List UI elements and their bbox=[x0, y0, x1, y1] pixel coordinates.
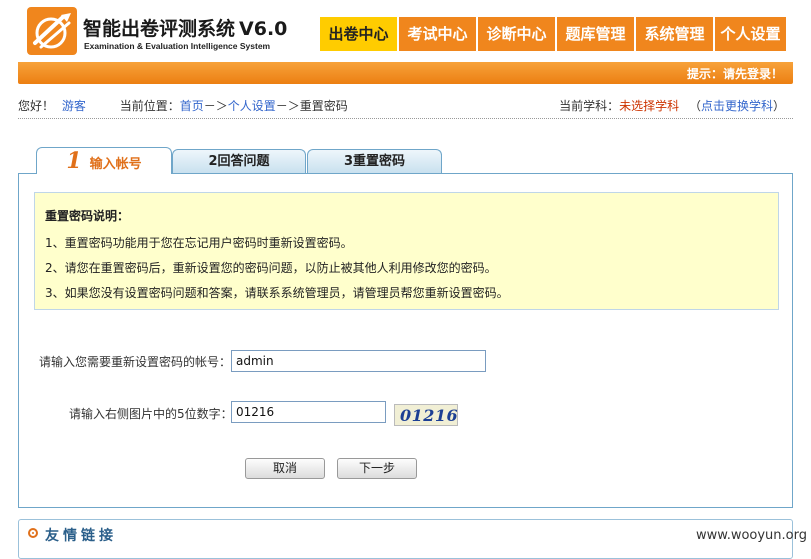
paren-open: （ bbox=[688, 99, 701, 113]
main-nav: 出卷中心 考试中心 诊断中心 题库管理 系统管理 个人设置 bbox=[320, 17, 786, 51]
greeting: 您好！ bbox=[18, 99, 55, 113]
instruction-line: 3、如果您没有设置密码问题和答案，请联系系统管理员，请管理员帮您重新设置密码。 bbox=[45, 286, 509, 300]
captcha-label: 请输入右侧图片中的5位数字： bbox=[69, 407, 233, 421]
breadcrumb-arrow: －＞ bbox=[275, 99, 300, 113]
captcha-input[interactable] bbox=[231, 401, 386, 423]
step-number: 2 bbox=[208, 154, 218, 169]
subject-label: 当前学科： bbox=[559, 99, 620, 113]
subject-info: 当前学科：未选择学科 （点击更换学科） bbox=[559, 97, 785, 114]
nav-item-diagnosis-center[interactable]: 诊断中心 bbox=[478, 17, 555, 51]
tab-label: 输入帐号 bbox=[89, 157, 142, 172]
friend-links-box: 友情链接 bbox=[18, 519, 793, 559]
guest-user-link[interactable]: 游客 bbox=[62, 99, 86, 113]
paren-close: ） bbox=[772, 99, 785, 113]
nav-item-exam-center[interactable]: 考试中心 bbox=[399, 17, 476, 51]
breadcrumb: 当前位置：首页－＞个人设置－＞重置密码 bbox=[120, 99, 348, 113]
main-panel: 重置密码说明： 1、重置密码功能用于您在忘记用户密码时重新设置密码。 2、请您在… bbox=[18, 173, 793, 508]
tab-answer-question[interactable]: 2回答问题 bbox=[172, 149, 306, 173]
change-subject-link[interactable]: 点击更换学科 bbox=[701, 99, 773, 113]
system-subtitle: Examination & Evaluation Intelligence Sy… bbox=[84, 41, 271, 51]
next-step-button[interactable]: 下一步 bbox=[337, 458, 417, 479]
account-label: 请输入您需要重新设置密码的帐号： bbox=[39, 355, 232, 369]
friend-links-title: 友情链接 bbox=[45, 528, 117, 544]
system-title: 智能出卷评测系统 V6.0 bbox=[83, 18, 288, 40]
captcha-image[interactable]: 01216 bbox=[394, 404, 458, 426]
cancel-button[interactable]: 取消 bbox=[245, 458, 325, 479]
nav-item-paper-center[interactable]: 出卷中心 bbox=[320, 17, 397, 51]
breadcrumb-home[interactable]: 首页 bbox=[180, 99, 204, 113]
nav-item-system-admin[interactable]: 系统管理 bbox=[636, 17, 713, 51]
captcha-text: 01216 bbox=[400, 406, 458, 425]
info-bar: 您好！ 游客 当前位置：首页－＞个人设置－＞重置密码 当前学科：未选择学科 （点… bbox=[18, 97, 793, 117]
logo-icon bbox=[27, 7, 77, 55]
subject-value: 未选择学科 bbox=[619, 99, 680, 113]
login-hint: 提示：请先登录！ bbox=[686, 67, 783, 81]
breadcrumb-personal-settings[interactable]: 个人设置 bbox=[228, 99, 276, 113]
step-number: 3 bbox=[343, 154, 354, 169]
hint-bar: 提示：请先登录！ bbox=[18, 62, 793, 84]
divider bbox=[18, 118, 793, 119]
account-input[interactable] bbox=[231, 350, 486, 372]
header: 智能出卷评测系统 V6.0 Examination & Evaluation In… bbox=[0, 0, 811, 62]
nav-item-personal-settings[interactable]: 个人设置 bbox=[715, 17, 786, 51]
instruction-line: 2、请您在重置密码后，重新设置您的密码问题，以防止被其他人利用修改您的密码。 bbox=[45, 261, 497, 275]
tab-label: 重置密码 bbox=[353, 154, 406, 169]
breadcrumb-arrow: －＞ bbox=[203, 99, 228, 113]
step-number: 1 bbox=[66, 148, 82, 174]
watermark: www.wooyun.org bbox=[695, 528, 807, 543]
instructions-title: 重置密码说明： bbox=[45, 209, 130, 223]
location-label: 当前位置： bbox=[119, 99, 180, 113]
tab-enter-account[interactable]: 1 输入帐号 bbox=[36, 147, 172, 174]
tab-label: 回答问题 bbox=[217, 154, 270, 169]
bullet-icon bbox=[28, 528, 38, 538]
reset-instructions: 重置密码说明： 1、重置密码功能用于您在忘记用户密码时重新设置密码。 2、请您在… bbox=[34, 192, 779, 310]
nav-item-question-bank[interactable]: 题库管理 bbox=[557, 17, 634, 51]
instruction-line: 1、重置密码功能用于您在忘记用户密码时重新设置密码。 bbox=[45, 236, 353, 250]
breadcrumb-current: 重置密码 bbox=[299, 99, 348, 113]
tab-reset-password[interactable]: 3重置密码 bbox=[307, 149, 442, 173]
